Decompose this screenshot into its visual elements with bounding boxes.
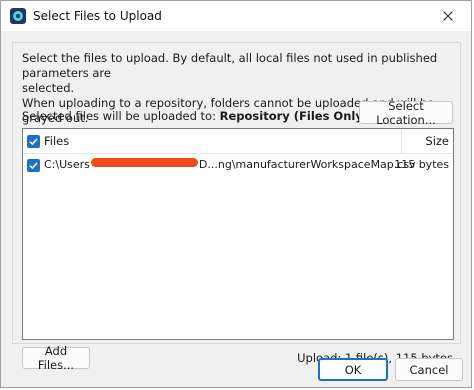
select-location-button[interactable]: Select Location... [359,99,453,127]
file-path-prefix: C:\Users [44,158,90,171]
destination-label: Selected files will be uploaded to: [22,109,216,123]
file-list-header: Files Size [23,129,453,154]
column-header-files[interactable]: Files [44,134,69,148]
dialog-content: Select the files to upload. By default, … [1,31,471,387]
upload-destination: Selected files will be uploaded to: Repo… [22,108,368,124]
column-header-size[interactable]: Size [425,134,449,148]
select-all-checkbox[interactable] [27,135,40,148]
file-row[interactable]: C:\Users D...ng\manufacturerWorkspaceMap.… [23,153,453,177]
description-line: Select the files to upload. By default, … [22,51,438,80]
ok-button[interactable]: OK [318,358,388,381]
description-line: selected. [22,81,75,95]
file-path: C:\Users D...ng\manufacturerWorkspaceMap.… [44,158,416,171]
redaction-mark [90,158,198,167]
destination-value: Repository (Files Only) [219,109,369,123]
file-row-checkbox[interactable] [27,159,40,172]
close-icon [443,11,453,21]
app-icon [10,8,26,24]
file-list[interactable]: Files Size C:\Users D...ng\manufacturerWo… [22,128,454,340]
close-button[interactable] [425,1,471,31]
title-bar: Select Files to Upload [1,1,471,31]
select-files-dialog: Select Files to Upload Select the files … [0,0,472,388]
window-title: Select Files to Upload [33,9,162,23]
file-path-suffix: D...ng\manufacturerWorkspaceMap.csv [198,158,416,171]
cancel-button[interactable]: Cancel [395,358,463,381]
checkmark-icon [29,138,38,146]
column-divider[interactable] [401,129,402,153]
file-size: 115 bytes [394,158,449,171]
add-files-button[interactable]: Add Files... [22,344,90,372]
checkmark-icon [29,162,38,170]
